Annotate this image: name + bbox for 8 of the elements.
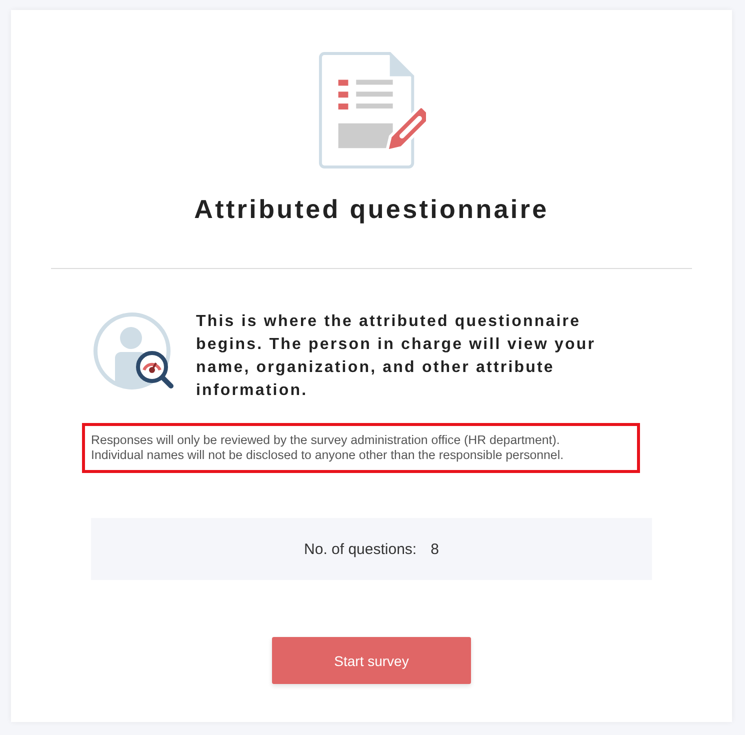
- question-count-value: 8: [430, 540, 439, 558]
- page-title: Attributed questionnaire: [194, 192, 549, 225]
- notice-text: Responses will only be reviewed by the survey administration office (HR department). Individual names will not be disclosed to anyone other than the responsible personnel.: [82, 422, 640, 473]
- document-edit-icon: [318, 52, 426, 169]
- question-count-label: No. of questions:: [304, 540, 417, 558]
- intro-heading: This is where the attributed questionnaire begins. The person in charge will view your name, organization, and other attribute information.: [196, 312, 597, 401]
- start-survey-button[interactable]: Start survey: [272, 637, 471, 684]
- user-search-icon: [93, 312, 175, 392]
